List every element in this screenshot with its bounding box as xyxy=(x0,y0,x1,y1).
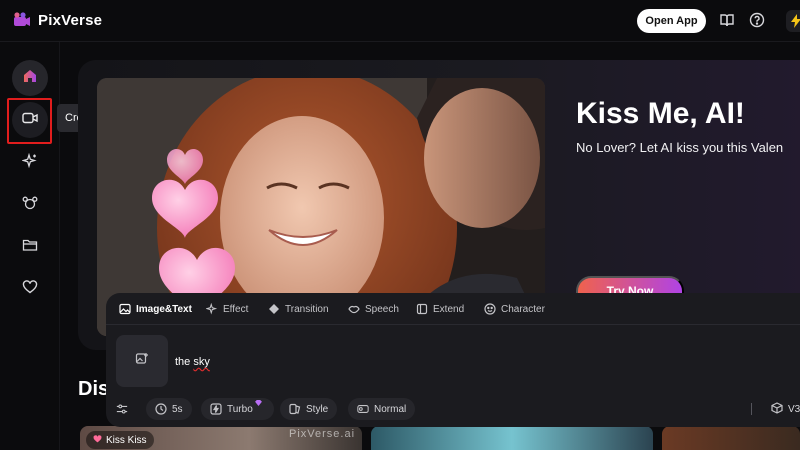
turbo-toggle[interactable]: Turbo xyxy=(201,398,274,420)
sparkle-icon xyxy=(21,152,38,174)
sliders-icon xyxy=(116,403,128,415)
logo[interactable]: PixVerse xyxy=(12,10,102,30)
sidebar-item-assets[interactable] xyxy=(12,229,48,265)
hero-subtitle: No Lover? Let AI kiss you this Valen xyxy=(576,140,784,155)
bear-icon xyxy=(22,195,38,216)
prompt-panel: Image&Text Effect Transition Speech Exte… xyxy=(106,293,800,427)
app-name: PixVerse xyxy=(38,11,103,29)
tab-label: Transition xyxy=(285,303,329,315)
gem-icon xyxy=(254,398,262,409)
tab-image-text[interactable]: Image&Text xyxy=(119,301,192,317)
gallery-thumbnail[interactable] xyxy=(662,426,800,450)
help-icon[interactable] xyxy=(748,11,766,29)
quality-label: Normal xyxy=(374,403,407,415)
divider xyxy=(751,403,752,415)
heart-icon xyxy=(22,279,38,299)
quality-select[interactable]: Normal xyxy=(348,398,416,420)
watermark: PixVerse.ai xyxy=(289,428,356,440)
image-icon xyxy=(119,303,131,315)
top-bar: PixVerse Open App xyxy=(0,0,800,42)
tab-speech[interactable]: Speech xyxy=(348,301,399,317)
tab-label: Character xyxy=(501,303,545,315)
model-select[interactable]: V3 xyxy=(771,402,800,417)
clock-icon xyxy=(155,403,167,415)
bolt-icon[interactable] xyxy=(786,10,800,32)
tab-transition[interactable]: Transition xyxy=(268,301,329,317)
tab-effect[interactable]: Effect xyxy=(206,301,248,317)
turbo-icon xyxy=(210,403,222,415)
open-app-button[interactable]: Open App xyxy=(637,9,706,33)
sidebar-item-favorites[interactable] xyxy=(12,271,48,307)
duration-select[interactable]: 5s xyxy=(146,398,192,420)
settings-button[interactable] xyxy=(110,398,134,420)
tab-label: Extend xyxy=(433,303,465,315)
turbo-label: Turbo xyxy=(227,403,253,415)
tab-label: Speech xyxy=(365,303,399,315)
add-image-icon xyxy=(135,352,149,371)
extend-icon xyxy=(416,303,428,315)
sidebar-item-home[interactable] xyxy=(12,60,48,96)
tab-character[interactable]: Character xyxy=(484,301,545,317)
image-upload-button[interactable] xyxy=(116,335,168,387)
lips-icon xyxy=(348,303,360,315)
sparkle-icon xyxy=(206,303,218,315)
prompt-text: the xyxy=(175,356,194,368)
tab-label: Image&Text xyxy=(136,303,192,315)
gallery-thumbnail[interactable] xyxy=(371,426,653,450)
tab-label: Effect xyxy=(223,303,249,315)
transition-icon xyxy=(268,303,280,315)
create-highlight-box xyxy=(7,98,52,144)
style-select[interactable]: Style xyxy=(280,398,338,420)
tab-extend[interactable]: Extend xyxy=(416,301,464,317)
prompt-text-misspelled: sky xyxy=(193,356,210,368)
model-label: V3 xyxy=(788,404,800,415)
mode-tabs: Image&Text Effect Transition Speech Exte… xyxy=(106,293,800,325)
folder-icon xyxy=(22,238,38,257)
style-icon xyxy=(289,403,301,415)
face-icon xyxy=(484,303,496,315)
effect-chip[interactable]: Kiss Kiss xyxy=(86,431,154,449)
sidebar-item-characters[interactable] xyxy=(12,187,48,223)
heart-icon xyxy=(93,434,102,446)
section-heading: Dis xyxy=(78,378,110,400)
sidebar-item-effects[interactable] xyxy=(12,145,48,181)
prompt-input[interactable]: the sky xyxy=(175,356,210,368)
home-icon xyxy=(23,69,37,88)
style-label: Style xyxy=(306,403,329,415)
effect-chip-label: Kiss Kiss xyxy=(106,434,147,446)
hero-title: Kiss Me, AI! xyxy=(576,97,745,130)
toggle-icon xyxy=(357,403,369,415)
cube-icon xyxy=(771,402,783,417)
logo-icon xyxy=(12,10,32,30)
book-icon[interactable] xyxy=(718,11,736,29)
duration-value: 5s xyxy=(172,403,183,415)
